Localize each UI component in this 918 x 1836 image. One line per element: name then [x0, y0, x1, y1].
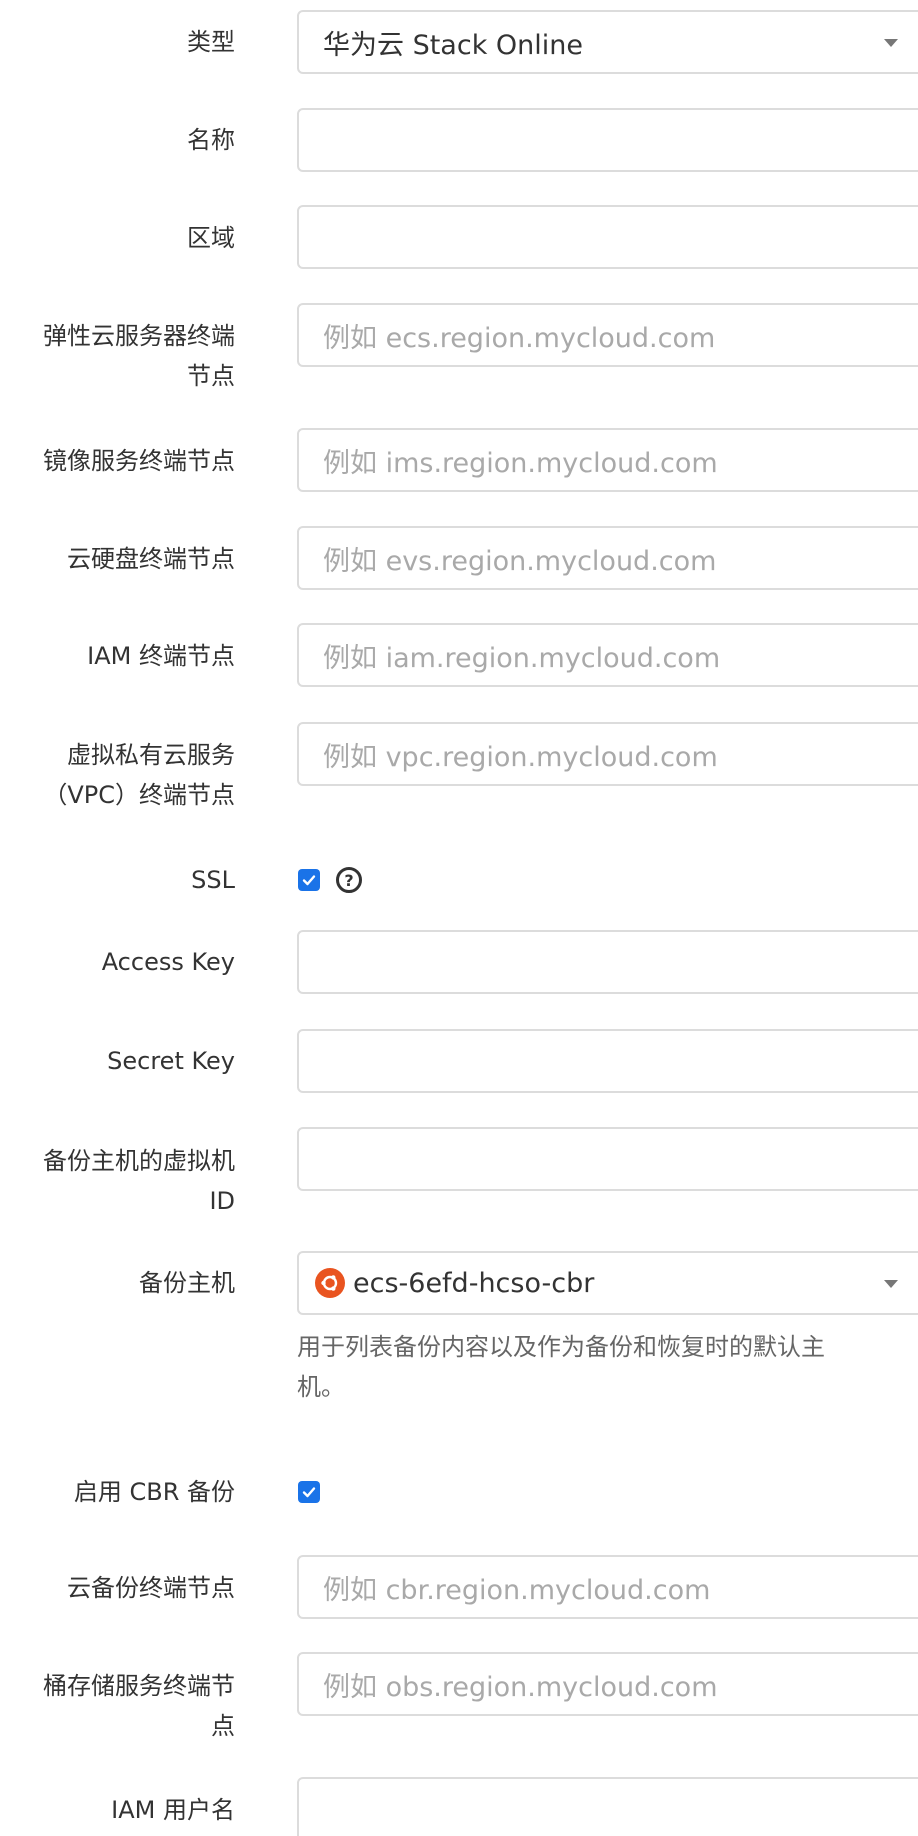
- secret-key-input[interactable]: [297, 1029, 918, 1093]
- secret-key-label: Secret Key: [107, 1047, 235, 1075]
- ubuntu-icon: [315, 1268, 345, 1298]
- vpc-endpoint-label-line2: （VPC）终端节点: [43, 781, 235, 809]
- type-select-value: 华为云 Stack Online: [323, 29, 584, 61]
- obs-endpoint-placeholder: 例如 obs.region.mycloud.com: [323, 1671, 718, 1703]
- checkmark-icon: [302, 1487, 316, 1498]
- iam-endpoint-label: IAM 终端节点: [87, 642, 235, 670]
- backup-vm-id-input[interactable]: [297, 1127, 918, 1191]
- ecs-endpoint-label-line2: 节点: [187, 362, 235, 390]
- name-label: 名称: [187, 126, 235, 154]
- ims-endpoint-input[interactable]: 例如 ims.region.mycloud.com: [297, 428, 918, 492]
- backup-host-select-value: ecs-6efd-hcso-cbr: [353, 1267, 595, 1299]
- iam-endpoint-placeholder: 例如 iam.region.mycloud.com: [323, 642, 721, 674]
- ecs-endpoint-label: 弹性云服务器终端 节点: [0, 316, 235, 396]
- access-key-label: Access Key: [101, 948, 235, 976]
- ecs-endpoint-label-line1: 弹性云服务器终端: [43, 322, 235, 350]
- vpc-endpoint-placeholder: 例如 vpc.region.mycloud.com: [323, 741, 718, 773]
- region-input[interactable]: [297, 205, 918, 269]
- chevron-down-icon: [884, 39, 898, 47]
- obs-endpoint-label-line1: 桶存储服务终端节: [43, 1672, 235, 1700]
- ssl-label: SSL: [191, 866, 235, 894]
- backup-vm-id-label: 备份主机的虚拟机 ID: [0, 1141, 235, 1221]
- help-icon-glyph: ?: [344, 870, 354, 890]
- backup-host-hint-line2: 机。: [297, 1373, 345, 1401]
- vpc-endpoint-label-line1: 虚拟私有云服务: [67, 741, 235, 769]
- iam-username-input[interactable]: [297, 1777, 918, 1836]
- backup-vm-id-label-line1: 备份主机的虚拟机: [43, 1147, 235, 1175]
- evs-endpoint-input[interactable]: 例如 evs.region.mycloud.com: [297, 526, 918, 590]
- enable-cbr-checkbox[interactable]: [298, 1481, 320, 1503]
- ssl-checkbox[interactable]: [298, 869, 320, 891]
- obs-endpoint-label-line2: 点: [211, 1712, 235, 1740]
- help-icon[interactable]: ?: [336, 867, 362, 893]
- backup-host-label: 备份主机: [139, 1269, 235, 1297]
- evs-endpoint-label: 云硬盘终端节点: [67, 545, 235, 573]
- ims-endpoint-placeholder: 例如 ims.region.mycloud.com: [323, 447, 718, 479]
- ubuntu-logo-mark: [321, 1275, 338, 1291]
- ecs-endpoint-input[interactable]: 例如 ecs.region.mycloud.com: [297, 303, 918, 367]
- type-select[interactable]: 华为云 Stack Online: [297, 10, 918, 74]
- region-label: 区域: [187, 224, 235, 252]
- cbr-endpoint-placeholder: 例如 cbr.region.mycloud.com: [323, 1574, 711, 1606]
- ims-endpoint-label: 镜像服务终端节点: [43, 447, 235, 475]
- name-input[interactable]: [297, 108, 918, 172]
- enable-cbr-label: 启用 CBR 备份: [73, 1478, 235, 1506]
- checkmark-icon: [302, 875, 316, 886]
- iam-username-label: IAM 用户名: [111, 1796, 235, 1824]
- vpc-endpoint-label: 虚拟私有云服务 （VPC）终端节点: [0, 735, 235, 815]
- evs-endpoint-placeholder: 例如 evs.region.mycloud.com: [323, 545, 717, 577]
- obs-endpoint-input[interactable]: 例如 obs.region.mycloud.com: [297, 1652, 918, 1716]
- vpc-endpoint-input[interactable]: 例如 vpc.region.mycloud.com: [297, 722, 918, 786]
- iam-endpoint-input[interactable]: 例如 iam.region.mycloud.com: [297, 623, 918, 687]
- backup-vm-id-label-line2: ID: [209, 1187, 235, 1215]
- backup-host-hint-line1: 用于列表备份内容以及作为备份和恢复时的默认主: [297, 1333, 825, 1361]
- backup-host-hint: 用于列表备份内容以及作为备份和恢复时的默认主 机。: [297, 1327, 918, 1407]
- obs-endpoint-label: 桶存储服务终端节 点: [0, 1666, 235, 1746]
- access-key-input[interactable]: [297, 930, 918, 994]
- cbr-endpoint-input[interactable]: 例如 cbr.region.mycloud.com: [297, 1555, 918, 1619]
- cbr-endpoint-label: 云备份终端节点: [67, 1574, 235, 1602]
- ecs-endpoint-placeholder: 例如 ecs.region.mycloud.com: [323, 322, 716, 354]
- type-label: 类型: [187, 28, 235, 56]
- backup-host-select[interactable]: ecs-6efd-hcso-cbr: [297, 1251, 918, 1315]
- chevron-down-icon: [884, 1280, 898, 1288]
